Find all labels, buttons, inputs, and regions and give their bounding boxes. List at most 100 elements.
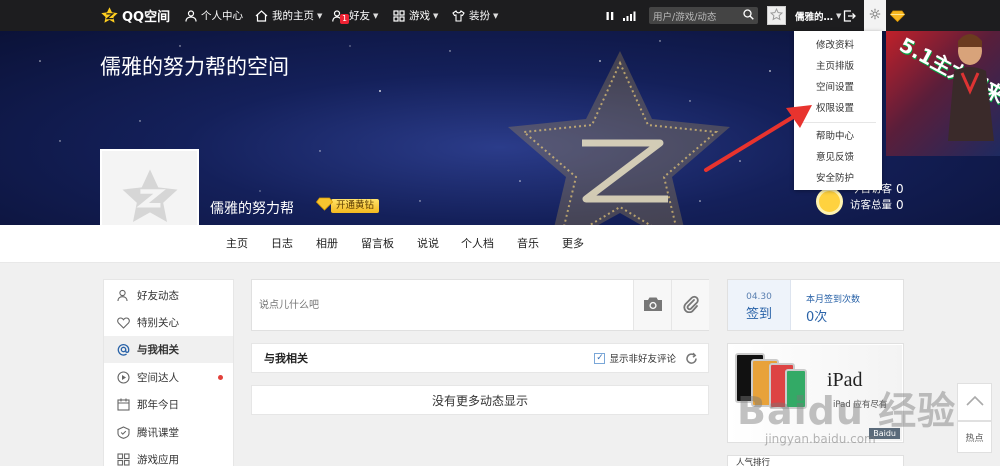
search-icon[interactable] xyxy=(743,8,754,23)
total-visits-count: 0 xyxy=(896,198,904,212)
sidebar-item-special-care[interactable]: 特别关心 xyxy=(104,309,233,336)
space-title: 儒雅的努力帮的空间 xyxy=(100,55,289,79)
signal-button[interactable] xyxy=(623,0,636,31)
sidebar-item-label: 特别关心 xyxy=(137,317,179,329)
nav-games[interactable]: 游戏 ▼ xyxy=(393,0,438,31)
pause-icon xyxy=(606,11,614,21)
checkbox[interactable]: ✓ xyxy=(594,352,606,364)
sign-in-button[interactable]: 04.30 签到 xyxy=(728,280,791,330)
star-placeholder-icon xyxy=(769,7,784,24)
post-composer xyxy=(251,279,709,331)
tab-blog[interactable]: 日志 xyxy=(271,225,293,263)
star-logo-icon xyxy=(100,6,119,25)
user-name[interactable]: 儒雅的… ▼ xyxy=(795,0,841,31)
open-vip-label: 开通黄钻 xyxy=(331,198,380,213)
sidebar-item-label: 空间达人 xyxy=(137,372,179,384)
tab-album[interactable]: 相册 xyxy=(316,225,338,263)
hot-topics-button[interactable]: 热点 xyxy=(957,421,992,453)
chevron-down-icon: ▼ xyxy=(317,11,323,20)
nav-friends-label: 好友 xyxy=(349,10,370,22)
sign-in-date: 04.30 xyxy=(746,292,772,302)
left-sidebar: 好友动态 特别关心 与我相关 空间达人 那年今日 腾讯课堂 游戏应用 xyxy=(103,279,234,466)
qzone-logo[interactable]: QQ空间 xyxy=(100,0,170,31)
sidebar-item-tencent-classroom[interactable]: 腾讯课堂 xyxy=(104,419,233,446)
menu-item-page-layout[interactable]: 主页排版 xyxy=(794,56,882,77)
sidebar-item-game-apps[interactable]: 游戏应用 xyxy=(104,446,233,466)
tab-message-board[interactable]: 留言板 xyxy=(361,225,394,263)
diamond-icon xyxy=(890,10,905,22)
notification-dot xyxy=(218,375,223,380)
red-annotation-arrow xyxy=(704,105,812,172)
apps-icon xyxy=(116,453,130,466)
ipad-ad-banner[interactable]: iPad iPad 应有尽有 Baidu xyxy=(727,343,904,443)
nav-my-homepage[interactable]: 我的主页 ▼ xyxy=(255,0,322,31)
diamond-icon xyxy=(315,197,334,214)
sidebar-item-label: 那年今日 xyxy=(137,399,179,411)
tab-home[interactable]: 主页 xyxy=(226,225,248,263)
qzone-star-emblem xyxy=(508,51,730,225)
search-input[interactable]: 用户/游戏/动态 xyxy=(649,9,743,23)
settings-button[interactable] xyxy=(864,0,886,31)
sidebar-item-label: 与我相关 xyxy=(137,344,179,356)
logout-button[interactable] xyxy=(843,0,856,31)
grid-icon xyxy=(393,9,405,22)
logo-text: QQ空间 xyxy=(122,10,171,25)
tab-profile[interactable]: 个人档 xyxy=(461,225,494,263)
refresh-icon[interactable] xyxy=(684,351,698,365)
tab-shuoshuo[interactable]: 说说 xyxy=(417,225,439,263)
logout-icon xyxy=(843,9,856,22)
calendar-icon xyxy=(116,398,130,412)
hot-topics-label: 热点 xyxy=(965,433,984,444)
nav-friends[interactable]: 1 好友 ▼ xyxy=(332,0,378,31)
tab-music[interactable]: 音乐 xyxy=(517,225,539,263)
top-bar: QQ空间 个人中心 我的主页 ▼ 1 好友 ▼ 游戏 ▼ 装扮 ▼ 用户/游戏/… xyxy=(0,0,1000,31)
search-box[interactable]: 用户/游戏/动态 xyxy=(649,7,758,24)
tab-more[interactable]: 更多 xyxy=(562,225,584,263)
sidebar-item-friend-feed[interactable]: 好友动态 xyxy=(104,282,233,309)
no-more-feed-message: 没有更多动态显示 xyxy=(251,385,709,415)
sidebar-item-label: 好友动态 xyxy=(137,290,179,302)
visitor-face-icon[interactable] xyxy=(816,188,843,215)
sidebar-item-label: 游戏应用 xyxy=(137,454,179,466)
nav-dressup[interactable]: 装扮 ▼ xyxy=(452,0,498,31)
sidebar-item-related-to-me[interactable]: 与我相关 xyxy=(104,336,233,363)
attach-button[interactable] xyxy=(671,280,709,330)
nav-games-label: 游戏 xyxy=(409,10,430,22)
chevron-down-icon: ▼ xyxy=(493,11,499,20)
sidebar-item-this-day[interactable]: 那年今日 xyxy=(104,391,233,418)
open-vip-button[interactable]: 开通黄钻 xyxy=(315,197,380,214)
chevron-down-icon: ▼ xyxy=(433,11,439,20)
pause-button[interactable] xyxy=(606,0,614,31)
main-nav: 主页 日志 相册 留言板 说说 个人档 音乐 更多 xyxy=(0,225,1000,263)
chevron-up-icon xyxy=(965,395,984,409)
upload-photo-button[interactable] xyxy=(633,280,671,330)
menu-item-space-settings[interactable]: 空间设置 xyxy=(794,77,882,98)
nav-dressup-label: 装扮 xyxy=(469,10,490,22)
post-input[interactable] xyxy=(252,280,633,330)
ad-subtitle: iPad 应有尽有 xyxy=(833,400,888,410)
tshirt-icon xyxy=(452,9,465,22)
gear-icon xyxy=(869,8,881,23)
show-non-friend-comments-toggle[interactable]: ✓ 显示非好友评论 xyxy=(594,351,676,365)
menu-item-edit-profile[interactable]: 修改资料 xyxy=(794,35,882,56)
play-icon xyxy=(116,371,130,385)
chevron-down-icon: ▼ xyxy=(373,11,379,20)
profile-avatar[interactable] xyxy=(100,149,199,225)
vip-diamond-button[interactable] xyxy=(890,0,905,31)
show-non-friend-comments-label: 显示非好友评论 xyxy=(609,354,676,365)
nav-personal-center-label: 个人中心 xyxy=(201,10,243,22)
total-visits-label: 访客总量 xyxy=(850,199,892,211)
nav-personal-center[interactable]: 个人中心 xyxy=(185,0,243,31)
friend-icon xyxy=(116,289,130,303)
feed-header: 与我相关 ✓ 显示非好友评论 xyxy=(251,343,709,373)
sign-in-label: 签到 xyxy=(745,307,772,322)
back-to-top-button[interactable] xyxy=(957,383,992,421)
person-icon xyxy=(185,9,197,22)
heart-icon xyxy=(116,316,130,330)
user-avatar[interactable] xyxy=(767,6,786,25)
promo-banner[interactable]: 5.1主力军来袭 xyxy=(886,31,1000,156)
sidebar-item-space-talent[interactable]: 空间达人 xyxy=(104,364,233,391)
game-character-image xyxy=(948,34,994,141)
ad-title: iPad xyxy=(827,369,863,391)
ranking-section-header: 人气排行 xyxy=(727,455,904,466)
